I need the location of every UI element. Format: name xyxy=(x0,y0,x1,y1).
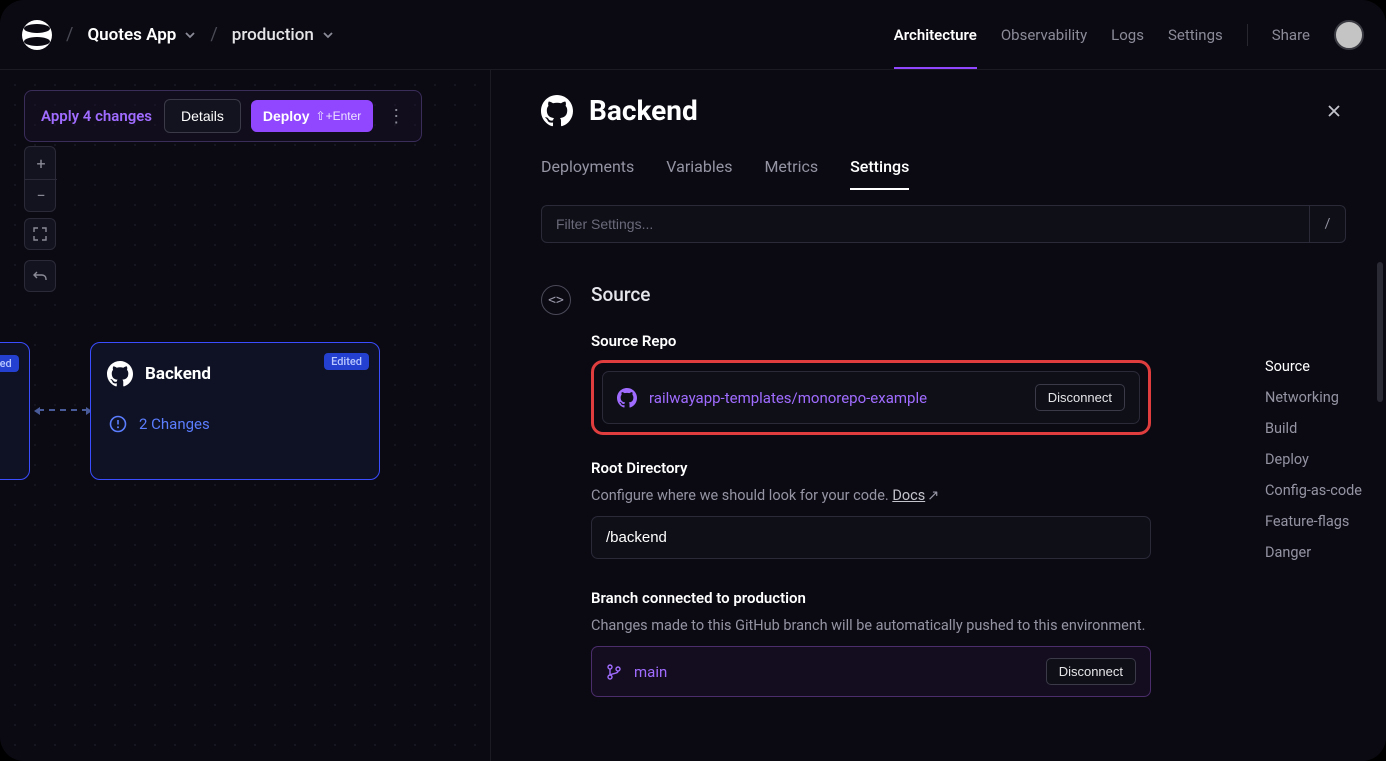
tab-metrics[interactable]: Metrics xyxy=(764,157,818,190)
service-node-partial[interactable]: dited xyxy=(0,342,30,480)
panel-tabs: Deployments Variables Metrics Settings xyxy=(541,157,1346,191)
main-area: Apply 4 changes Details Deploy ⇧+Enter ⋮… xyxy=(0,70,1386,761)
settings-content: <> Source Source Repo railwayapp-templat… xyxy=(541,283,1346,697)
settings-toc: Source Networking Build Deploy Config-as… xyxy=(1265,358,1362,561)
github-icon xyxy=(541,95,573,127)
branch-description: Changes made to this GitHub branch will … xyxy=(591,617,1151,634)
alert-icon xyxy=(109,415,127,433)
external-link-icon: ↗ xyxy=(927,487,939,504)
tab-settings[interactable]: Settings xyxy=(850,157,909,190)
root-dir-description: Configure where we should look for your … xyxy=(591,487,1151,504)
edited-badge: Edited xyxy=(324,353,369,370)
breadcrumb-separator: / xyxy=(66,24,73,45)
avatar[interactable] xyxy=(1334,20,1364,50)
root-dir-label: Root Directory xyxy=(591,459,1151,477)
docs-link[interactable]: Docs xyxy=(892,487,925,504)
close-panel-button[interactable] xyxy=(1322,99,1346,123)
source-repo-label: Source Repo xyxy=(591,332,1151,350)
undo-icon xyxy=(33,269,47,283)
root-dir-desc-text: Configure where we should look for your … xyxy=(591,487,892,504)
git-branch-icon xyxy=(606,664,622,680)
nav-settings[interactable]: Settings xyxy=(1168,2,1223,68)
zoom-fit-button[interactable] xyxy=(24,218,56,250)
filter-row: / xyxy=(541,205,1346,243)
toc-build[interactable]: Build xyxy=(1265,420,1362,437)
node-changes[interactable]: 2 Changes xyxy=(107,415,363,433)
github-icon xyxy=(617,388,637,408)
scrollbar[interactable] xyxy=(1377,262,1383,402)
nav-observability[interactable]: Observability xyxy=(1001,2,1087,68)
node-changes-text: 2 Changes xyxy=(139,415,210,433)
zoom-out-button[interactable]: − xyxy=(25,179,57,211)
branch-label: Branch connected to production xyxy=(591,589,1151,607)
expand-icon xyxy=(33,227,47,241)
deploy-label: Deploy xyxy=(263,108,310,124)
nav-logs[interactable]: Logs xyxy=(1111,2,1144,68)
toc-config[interactable]: Config-as-code xyxy=(1265,482,1362,499)
zoom-controls: + − xyxy=(24,146,56,212)
nav-right: Architecture Observability Logs Settings… xyxy=(894,2,1364,68)
repo-name[interactable]: railwayapp-templates/monorepo-example xyxy=(649,389,1023,407)
root-directory-input[interactable] xyxy=(591,516,1151,559)
nav-architecture[interactable]: Architecture xyxy=(894,2,977,68)
filter-settings-input[interactable] xyxy=(541,205,1310,243)
filter-shortcut-key: / xyxy=(1310,205,1346,243)
branch-row: main Disconnect xyxy=(591,646,1151,697)
disconnect-repo-button[interactable]: Disconnect xyxy=(1035,384,1125,411)
deploy-shortcut: ⇧+Enter xyxy=(316,109,362,123)
kebab-menu-icon[interactable]: ⋮ xyxy=(373,106,411,127)
section-source: Source Source Repo railwayapp-templates/… xyxy=(591,283,1151,697)
tab-deployments[interactable]: Deployments xyxy=(541,157,634,190)
panel-title: Backend xyxy=(589,94,698,127)
close-icon xyxy=(1326,103,1342,119)
zoom-in-button[interactable]: + xyxy=(25,147,57,179)
github-icon xyxy=(107,361,133,387)
source-repo-row: railwayapp-templates/monorepo-example Di… xyxy=(602,371,1140,424)
disconnect-branch-button[interactable]: Disconnect xyxy=(1046,658,1136,685)
connection-line xyxy=(38,409,88,411)
breadcrumb-separator: / xyxy=(210,24,217,45)
toc-deploy[interactable]: Deploy xyxy=(1265,451,1362,468)
nav-divider xyxy=(1247,24,1248,46)
section-icon-column: <> xyxy=(541,283,591,697)
code-icon: <> xyxy=(541,285,571,315)
topbar: / Quotes App / production Architecture O… xyxy=(0,0,1386,70)
service-node-backend[interactable]: Edited Backend 2 Changes xyxy=(90,342,380,480)
settings-panel: Backend Deployments Variables Metrics Se… xyxy=(490,70,1386,761)
details-button[interactable]: Details xyxy=(164,99,241,133)
edited-badge: dited xyxy=(0,355,19,372)
nav-share[interactable]: Share xyxy=(1272,2,1310,68)
deploy-button[interactable]: Deploy ⇧+Enter xyxy=(251,100,373,132)
section-source-title: Source xyxy=(591,283,1151,306)
node-title: Backend xyxy=(145,364,211,384)
toc-flags[interactable]: Feature-flags xyxy=(1265,513,1362,530)
branch-name[interactable]: main xyxy=(634,663,1034,681)
breadcrumb-environment[interactable]: production xyxy=(232,25,334,45)
toc-source[interactable]: Source xyxy=(1265,358,1362,375)
railway-logo[interactable] xyxy=(22,20,52,50)
toc-networking[interactable]: Networking xyxy=(1265,389,1362,406)
chevron-down-icon xyxy=(322,29,334,41)
chevron-down-icon xyxy=(184,29,196,41)
tab-variables[interactable]: Variables xyxy=(666,157,732,190)
breadcrumb-project-label: Quotes App xyxy=(87,25,176,45)
canvas-area[interactable]: Apply 4 changes Details Deploy ⇧+Enter ⋮… xyxy=(0,70,490,761)
panel-header: Backend xyxy=(541,94,1346,127)
breadcrumb-project[interactable]: Quotes App xyxy=(87,25,196,45)
breadcrumb-env-label: production xyxy=(232,25,314,45)
source-repo-highlight: railwayapp-templates/monorepo-example Di… xyxy=(591,360,1151,435)
apply-changes-label: Apply 4 changes xyxy=(35,101,164,131)
toc-danger[interactable]: Danger xyxy=(1265,544,1362,561)
change-bar: Apply 4 changes Details Deploy ⇧+Enter ⋮ xyxy=(24,90,422,142)
undo-button[interactable] xyxy=(24,260,56,292)
